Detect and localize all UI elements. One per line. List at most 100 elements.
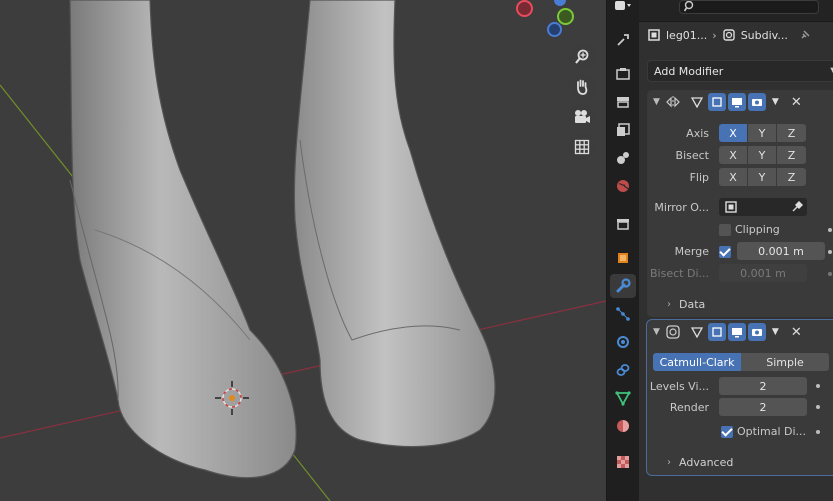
tab-scene[interactable]	[610, 146, 636, 170]
physics-icon	[617, 336, 629, 348]
flip-toggle-group[interactable]: X Y Z	[719, 168, 806, 186]
tab-material[interactable]	[610, 414, 636, 438]
merge-distance-field[interactable]: 0.001 m	[737, 242, 825, 260]
levels-viewport-keyframe-dot[interactable]	[816, 384, 820, 388]
object-name: leg01...	[666, 28, 708, 42]
merge-checkbox[interactable]	[719, 246, 731, 258]
object-icon	[725, 201, 737, 213]
levels-viewport-label: Levels Vi...	[649, 380, 709, 393]
advanced-subpanel-header[interactable]: › Advanced	[647, 452, 833, 472]
bisect-x-button[interactable]: X	[719, 146, 748, 164]
panel-menu-chevron-icon[interactable]: ▼	[772, 97, 779, 107]
particles-icon	[616, 307, 630, 321]
axis-x-button[interactable]: X	[719, 124, 748, 142]
flip-y-button[interactable]: Y	[748, 168, 777, 186]
viewport-display-toggle[interactable]	[727, 323, 746, 341]
subdivision-panel-header[interactable]: ▼ ▼ ✕	[647, 320, 833, 344]
bisect-z-button[interactable]: Z	[777, 146, 806, 164]
collection-icon	[617, 219, 629, 230]
bisect-toggle-group[interactable]: X Y Z	[719, 146, 806, 164]
tab-constraints[interactable]	[610, 358, 636, 382]
pin-icon[interactable]	[799, 29, 811, 41]
panel-menu-chevron-icon[interactable]: ▼	[772, 327, 779, 337]
axis-z-button[interactable]: Z	[777, 124, 806, 142]
collapse-chevron-icon[interactable]: ▼	[653, 97, 660, 107]
clipping-keyframe-dot[interactable]	[828, 228, 832, 232]
add-modifier-label: Add Modifier	[654, 64, 724, 78]
ortho-toggle-button[interactable]	[569, 134, 595, 160]
tab-data[interactable]	[610, 386, 636, 410]
scene-render	[0, 0, 606, 501]
breadcrumb-separator: ›	[712, 28, 717, 42]
tab-modifiers[interactable]	[610, 274, 636, 298]
gizmo-x-axis[interactable]	[516, 0, 533, 17]
viewport-display-toggle[interactable]	[727, 93, 746, 111]
mesh-data-icon	[615, 391, 631, 406]
tab-editor-type[interactable]	[610, 0, 636, 14]
tab-object[interactable]	[610, 246, 636, 270]
tab-view-layer[interactable]	[610, 118, 636, 142]
wrench-icon	[616, 278, 631, 293]
object-icon	[648, 29, 660, 41]
mirror-object-label: Mirror O...	[654, 201, 709, 214]
levels-viewport-field[interactable]: 2	[719, 377, 807, 395]
edit-mode-toggle[interactable]	[688, 323, 706, 341]
world-icon	[617, 180, 629, 192]
mirror-modifier-panel: ▼ ▼ ✕ Axis X Y Z Bisect X Y Z Flip X Y Z…	[647, 90, 833, 317]
optimal-display-checkbox[interactable]	[721, 426, 733, 438]
edit-mode-toggle[interactable]	[688, 93, 706, 111]
data-subpanel-header[interactable]: › Data	[647, 294, 833, 314]
tab-physics[interactable]	[610, 330, 636, 354]
bisect-distance-field: 0.001 m	[719, 264, 807, 282]
gizmo-z-axis[interactable]	[547, 22, 562, 37]
mirror-panel-header[interactable]: ▼ ▼ ✕	[647, 90, 833, 114]
pan-button[interactable]	[569, 74, 595, 100]
modifier-properties: leg01... › Subdiv... Add Modifier ▼ ▼ ▼	[639, 0, 833, 501]
cage-toggle[interactable]	[707, 323, 726, 341]
zoom-button[interactable]	[569, 44, 595, 70]
subdivision-type-toggle[interactable]: Catmull-Clark Simple	[653, 353, 829, 371]
tab-tool[interactable]	[610, 28, 636, 52]
subdivision-icon	[723, 29, 735, 41]
collapse-chevron-icon[interactable]: ▼	[653, 327, 660, 337]
tab-render[interactable]	[610, 62, 636, 86]
tab-output[interactable]	[610, 90, 636, 114]
catmull-clark-button[interactable]: Catmull-Clark	[653, 353, 741, 371]
object-icon	[618, 253, 628, 263]
flip-z-button[interactable]: Z	[777, 168, 806, 186]
eyedropper-icon[interactable]	[791, 201, 803, 213]
render-toggle[interactable]	[747, 93, 766, 111]
render-icon	[616, 68, 630, 80]
tab-particles[interactable]	[610, 302, 636, 326]
optimal-display-keyframe-dot[interactable]	[816, 430, 820, 434]
add-modifier-dropdown[interactable]: Add Modifier ▼	[647, 60, 833, 82]
camera-view-button[interactable]	[569, 104, 595, 130]
render-levels-keyframe-dot[interactable]	[816, 405, 820, 409]
properties-search[interactable]	[679, 0, 819, 14]
material-icon	[617, 420, 629, 432]
merge-keyframe-dot[interactable]	[828, 250, 832, 254]
simple-button[interactable]: Simple	[741, 353, 829, 371]
tab-collection[interactable]	[610, 212, 636, 236]
axis-y-button[interactable]: Y	[748, 124, 777, 142]
tab-world[interactable]	[610, 174, 636, 198]
cage-toggle[interactable]	[707, 93, 726, 111]
optimal-display-label: Optimal Di...	[737, 425, 807, 438]
close-icon[interactable]: ✕	[791, 325, 802, 340]
flip-x-button[interactable]: X	[719, 168, 748, 186]
output-icon	[617, 97, 629, 108]
3d-viewport[interactable]	[0, 0, 606, 501]
close-icon[interactable]: ✕	[791, 95, 802, 110]
gizmo-y-axis[interactable]	[557, 8, 574, 25]
clipping-checkbox[interactable]	[719, 224, 731, 236]
grid-icon	[574, 139, 590, 155]
mirror-modifier-icon	[666, 96, 680, 108]
tab-texture[interactable]	[610, 450, 636, 474]
editor-type-icon	[615, 1, 631, 10]
hand-pan-icon	[577, 79, 588, 95]
bisect-y-button[interactable]: Y	[748, 146, 777, 164]
render-levels-field[interactable]: 2	[719, 398, 807, 416]
mirror-object-field[interactable]	[719, 198, 807, 216]
render-toggle[interactable]	[747, 323, 766, 341]
axis-toggle-group[interactable]: X Y Z	[719, 124, 806, 142]
